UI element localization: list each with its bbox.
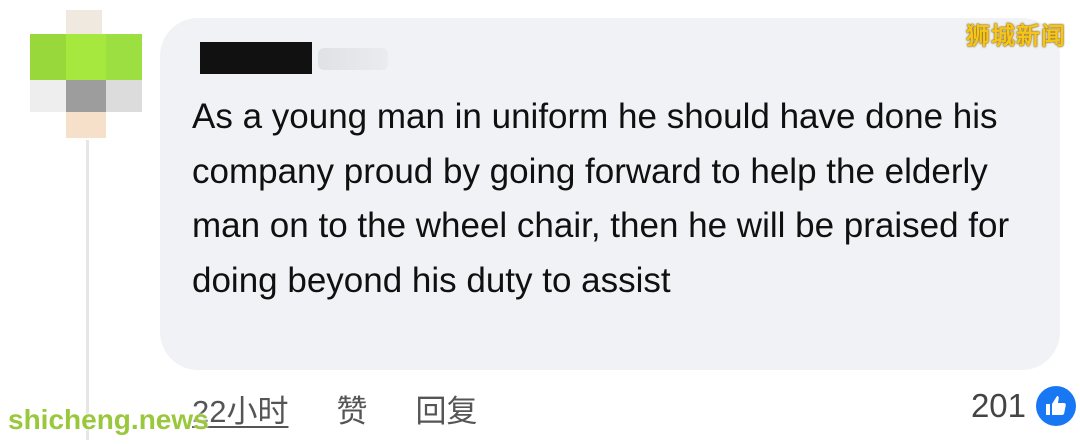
reaction-count: 201 [970, 387, 1026, 424]
reply-button[interactable]: 回复 [415, 386, 477, 434]
watermark-url: shicheng.news [8, 404, 209, 435]
blurred-author-suffix [318, 48, 388, 70]
redacted-author-name[interactable] [200, 42, 312, 74]
watermark-brand: 狮城新闻 [966, 23, 1066, 50]
comment-actions: 22小时 赞 回复 [192, 386, 477, 434]
comment-text: As a young man in uniform he should have… [192, 97, 1010, 300]
avatar[interactable] [30, 10, 142, 138]
like-button[interactable]: 赞 [336, 386, 367, 434]
thumbs-up-icon [1036, 386, 1076, 426]
comment-bubble: As a young man in uniform he should have… [160, 18, 1060, 370]
thread-line [86, 140, 89, 440]
reaction-summary[interactable]: 201 [971, 386, 1076, 426]
